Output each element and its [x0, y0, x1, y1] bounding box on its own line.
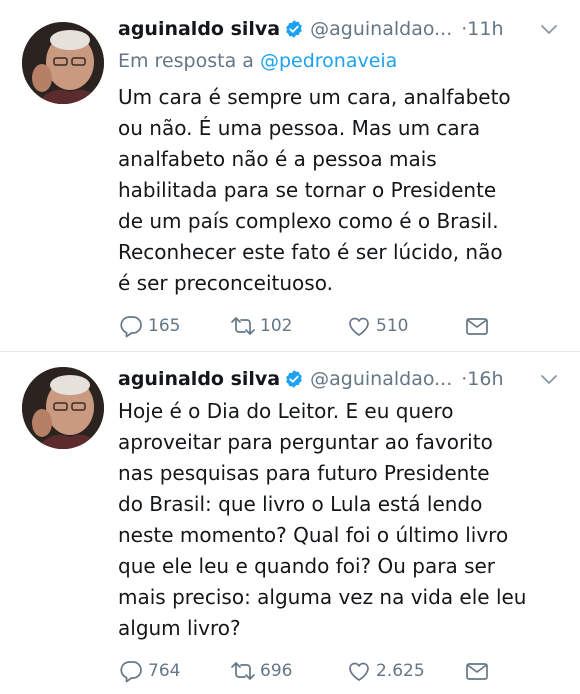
tweet-time[interactable]: 16h: [467, 368, 503, 390]
avatar[interactable]: [22, 22, 104, 104]
reply-mention-link[interactable]: @pedronaveia: [260, 50, 397, 72]
author-name[interactable]: aguinaldo silva: [118, 368, 280, 390]
direct-message-icon: [466, 318, 488, 335]
retweet-icon: [231, 317, 255, 335]
reply-button[interactable]: 764: [118, 659, 230, 683]
tweet-actions: 764 696 2.625: [118, 659, 494, 683]
author-name[interactable]: aguinaldo silva: [118, 18, 280, 40]
like-icon: [349, 317, 369, 336]
chevron-down-icon[interactable]: [540, 24, 558, 36]
chevron-down-icon[interactable]: [540, 374, 558, 386]
like-count: 2.625: [376, 661, 425, 681]
tweet[interactable]: aguinaldo silva @aguinaldao... · 11h Em …: [0, 0, 580, 352]
retweet-count: 696: [260, 661, 293, 681]
tweet[interactable]: aguinaldo silva @aguinaldao... · 16h Hoj…: [0, 352, 580, 694]
reply-icon: [120, 661, 142, 683]
direct-message-button[interactable]: [464, 659, 494, 683]
like-count: 510: [376, 316, 409, 336]
tweet-time[interactable]: 11h: [467, 18, 503, 40]
retweet-count: 102: [260, 316, 293, 336]
retweet-button[interactable]: 696: [230, 659, 346, 683]
reply-icon: [120, 316, 142, 338]
author-handle[interactable]: @aguinaldao...: [310, 18, 452, 40]
author-handle[interactable]: @aguinaldao...: [310, 368, 452, 390]
reply-count: 764: [148, 661, 181, 681]
retweet-button[interactable]: 102: [230, 314, 346, 338]
tweet-header: aguinaldo silva @aguinaldao... · 16h: [118, 364, 566, 394]
avatar[interactable]: [22, 367, 104, 449]
avatar-photo: [22, 367, 104, 449]
like-button[interactable]: 2.625: [346, 659, 464, 683]
like-icon: [349, 662, 369, 681]
like-button[interactable]: 510: [346, 314, 464, 338]
direct-message-button[interactable]: [464, 314, 494, 338]
reply-button[interactable]: 165: [118, 314, 230, 338]
direct-message-icon: [466, 663, 488, 680]
reply-context: Em resposta a @pedronaveia: [118, 46, 566, 76]
avatar-photo: [22, 22, 104, 104]
reply-prefix: Em resposta a: [118, 50, 254, 72]
verified-badge-icon: [286, 20, 302, 38]
tweet-text: Um cara é sempre um cara, analfabeto ou …: [118, 85, 511, 295]
verified-badge-icon: [286, 370, 302, 388]
tweet-actions: 165 102 510: [118, 314, 494, 338]
tweet-text: Hoje é o Dia do Leitor. E eu quero aprov…: [118, 399, 527, 640]
reply-count: 165: [148, 316, 181, 336]
retweet-icon: [231, 662, 255, 680]
tweet-header: aguinaldo silva @aguinaldao... · 11h: [118, 14, 566, 44]
